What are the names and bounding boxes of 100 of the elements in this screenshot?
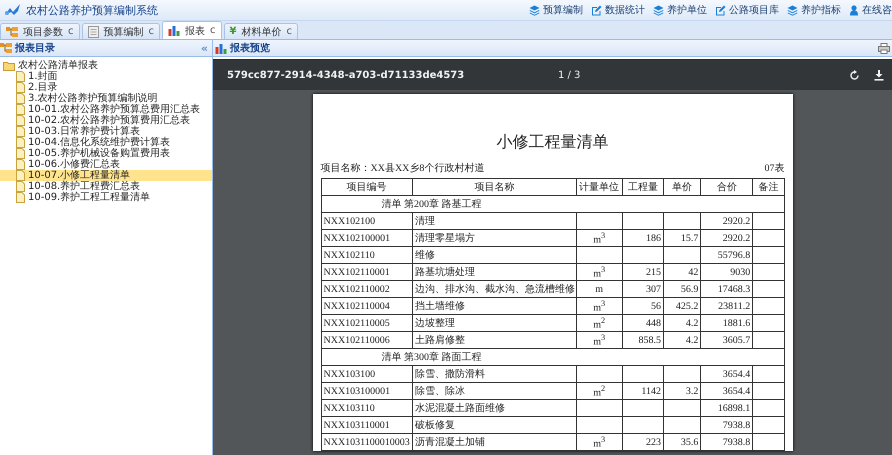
page-counter: 1 / 3 — [556, 70, 582, 80]
document-icon — [16, 170, 25, 181]
table-cell: 215 — [622, 264, 664, 280]
nav-link[interactable]: 公路项目库 — [715, 3, 779, 17]
table-cell: 边坡整理 — [412, 314, 576, 332]
hierarchy-icon — [0, 42, 12, 54]
nav-link[interactable]: 预算编制 — [529, 3, 583, 17]
app-title: 农村公路养护预算编制系统 — [26, 2, 158, 18]
tree-item[interactable]: 10-08.养护工程费汇总表 — [0, 181, 212, 192]
table-cell: 35.6 — [664, 434, 701, 450]
close-button[interactable]: c — [68, 26, 74, 37]
tree-item[interactable]: 10-05.养护机械设备购置费用表 — [0, 148, 212, 159]
table-cell: m$^{3}$ — [576, 332, 622, 348]
table-cell: NXX102110001 — [321, 264, 412, 280]
table-cell: NXX102100001 — [321, 230, 412, 246]
table-cell: NXX102110004 — [321, 298, 412, 314]
table-cell: 2920.2 — [700, 230, 753, 246]
tree-item[interactable]: 3.农村公路养护预算编制说明 — [0, 93, 212, 104]
tree-item[interactable]: 10-01.农村公路养护预算总费用汇总表 — [0, 104, 212, 115]
table-cell: NXX102100 — [321, 212, 412, 230]
table-cell: m$^{3}$ — [576, 434, 622, 450]
close-button[interactable]: c — [148, 26, 154, 37]
table-cell: 1881.6 — [700, 314, 753, 332]
table-cell: 448 — [622, 314, 664, 332]
table-cell: 223 — [622, 434, 664, 450]
panel-title: 报表预览 — [230, 42, 270, 55]
nav-link[interactable]: 数据统计 — [591, 3, 645, 17]
table-cell: m$^{3}$ — [576, 264, 622, 280]
tree-item[interactable]: 2.目录 — [0, 82, 212, 93]
tree-item[interactable]: 10-09.养护工程工程量清单 — [0, 192, 212, 203]
tree-item[interactable]: 10-03.日常养护费计算表 — [0, 126, 212, 137]
table-cell: 307 — [622, 280, 664, 298]
edit-icon — [715, 4, 726, 16]
bar-chart-icon — [215, 42, 227, 54]
table-cell: 4.2 — [664, 314, 701, 332]
table-cell: 边沟、排水沟、截水沟、急流槽维修 — [412, 280, 576, 298]
document-icon — [16, 148, 25, 159]
printer-icon[interactable] — [878, 42, 890, 54]
yen-icon: ¥ — [230, 26, 236, 37]
document-icon — [16, 137, 25, 148]
column-header: 计量单位 — [576, 178, 622, 196]
table-cell: NXX102110006 — [321, 332, 412, 348]
edit-icon — [591, 4, 602, 16]
column-header: 合价 — [700, 178, 753, 196]
document-icon — [16, 192, 25, 203]
close-button[interactable]: c — [210, 25, 216, 36]
document-icon — [16, 115, 25, 126]
table-cell: 破板修复 — [412, 416, 576, 434]
tab[interactable]: ¥ 材料单价 c — [224, 23, 298, 39]
rotate-icon[interactable] — [849, 70, 860, 80]
document-icon — [16, 126, 25, 137]
bar-chart-icon — [168, 25, 180, 36]
nav-link[interactable]: 养护指标 — [787, 3, 841, 17]
table-cell: 维修 — [412, 246, 576, 264]
table-cell: m$^{2}$ — [576, 382, 622, 400]
nav-link[interactable]: 养护单位 — [653, 3, 707, 17]
close-button[interactable]: c — [286, 26, 292, 37]
user-icon — [849, 4, 859, 16]
tree-item[interactable]: 农村公路清单报表 — [0, 60, 212, 71]
document-icon — [16, 93, 25, 104]
tree-item[interactable]: 1.封面 — [0, 71, 212, 82]
nav-link[interactable]: 在线咨 — [849, 3, 892, 17]
document-icon — [16, 181, 25, 192]
table-cell: 沥青混凝土加铺 — [412, 434, 576, 450]
download-icon[interactable] — [874, 70, 884, 80]
section-heading: 清单 第300章 路面工程 — [321, 348, 784, 366]
table-cell: m$^{3}$ — [576, 230, 622, 246]
table-cell: 42 — [664, 264, 701, 280]
table-cell: 56 — [622, 298, 664, 314]
column-header: 单价 — [664, 178, 701, 196]
table-cell: 425.2 — [664, 298, 701, 314]
tree-item[interactable]: 10-04.信息化系统维护费计算表 — [0, 137, 212, 148]
hierarchy-icon — [6, 26, 18, 38]
section-heading: 清单 第200章 路基工程 — [321, 196, 784, 212]
table-cell: 15.7 — [664, 230, 701, 246]
table-cell: 4.2 — [664, 332, 701, 348]
table-cell: m$^{2}$ — [576, 314, 622, 332]
tab[interactable]: 预算编制 c — [82, 23, 160, 39]
document-icon — [16, 82, 25, 93]
tab[interactable]: 报表 c — [162, 21, 222, 39]
table-cell: 186 — [622, 230, 664, 246]
table-cell: NXX103110 — [321, 400, 412, 416]
document-icon — [16, 159, 25, 170]
column-header: 工程量 — [622, 178, 664, 196]
panel-title: 报表目录 — [15, 42, 55, 55]
tab-label: 预算编制 — [104, 26, 144, 38]
layers-icon — [529, 4, 540, 16]
tree-item[interactable]: 10-02.农村公路养护预算费用汇总表 — [0, 115, 212, 126]
tree-item[interactable]: 10-06.小修费汇总表 — [0, 159, 212, 170]
table-cell: 1142 — [622, 382, 664, 400]
table-cell: 23811.2 — [700, 298, 753, 314]
folder-icon — [3, 60, 15, 70]
document-icon — [88, 26, 98, 38]
logo-icon — [4, 3, 22, 17]
table-cell: 55796.8 — [700, 246, 753, 264]
tree-item[interactable]: 10-07.小修工程量清单 — [0, 170, 212, 181]
tab-label: 报表 — [185, 24, 205, 38]
table-cell: 土路肩修整 — [412, 332, 576, 348]
tab[interactable]: 项目参数 c — [0, 23, 80, 39]
table-cell: 858.5 — [622, 332, 664, 348]
